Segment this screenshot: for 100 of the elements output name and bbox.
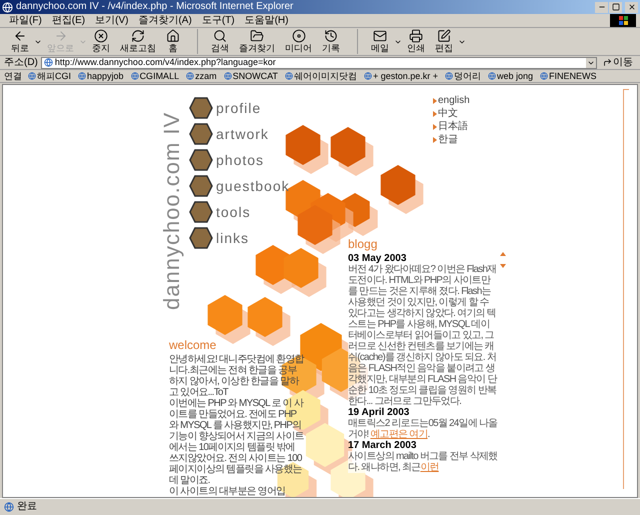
toolbar-button[interactable]: 메일 <box>366 29 394 54</box>
search-icon <box>213 29 227 43</box>
link-bookmark[interactable]: zzam <box>186 72 217 80</box>
hexagon <box>330 127 374 176</box>
address-field[interactable]: http://www.dannychoo.com/v4/index.php?language=kor <box>40 56 597 68</box>
photo-placeholder <box>189 201 213 223</box>
page-icon <box>284 72 293 80</box>
page-icon <box>130 72 139 80</box>
address-label: 주소(D) <box>4 58 38 68</box>
toolbar-button[interactable]: 즐겨찾기 <box>234 29 280 54</box>
nav-link[interactable]: photos <box>216 153 264 167</box>
blog-entry-text: 사이트상의 mailto 버그를 전부 삭제했다. 왜냐하면, 최근이런 <box>348 451 498 473</box>
toolbar-button[interactable]: 뒤로 <box>6 29 34 54</box>
hexagon <box>284 248 326 297</box>
scroll-down-icon[interactable] <box>500 264 506 268</box>
nav-link[interactable]: tools <box>216 205 251 219</box>
hexagon <box>286 125 328 174</box>
toolbar-button[interactable]: 중지 <box>87 29 115 54</box>
menu-item[interactable]: 즐겨찾기(A) <box>133 16 197 26</box>
browser-icon <box>2 2 13 12</box>
disc-icon <box>292 29 306 43</box>
language-link[interactable]: 한글 <box>438 134 458 146</box>
toolbar-button[interactable]: 인쇄 <box>402 29 430 54</box>
nav-link[interactable]: artwork <box>216 127 269 141</box>
hexagon <box>380 165 424 214</box>
mail-icon <box>373 29 387 43</box>
page-icon <box>28 72 36 80</box>
windows-logo <box>610 14 636 27</box>
link-bookmark[interactable]: FINENEWS <box>540 72 597 80</box>
photo-placeholder <box>189 97 213 119</box>
page-icon <box>364 72 372 80</box>
page-icon <box>488 72 496 80</box>
link-bookmark[interactable]: CGIMALL <box>130 72 180 80</box>
maximize-icon <box>612 3 620 11</box>
page-icon <box>224 72 232 80</box>
page-icon <box>444 72 453 80</box>
blog-date: 19 April 2003 <box>348 407 410 418</box>
status-text: 완료 <box>17 502 37 512</box>
toolbar-button[interactable]: 기록 <box>317 29 345 54</box>
welcome-paragraph: 이번에는 PHP 와 MYSQL 로 이 사이트를 만들었어요. 전에도 PHP 와 MYSQL 를 사용했지만, PHP의 기능이 향상되어서 지금의 사이트에서는 10페이지의 템플릿 밖에 쓰지않았어요. 전의 사이트는 100페이지이상의 템플릿을 사용했는데 말이죠. <box>169 398 305 486</box>
language-link[interactable]: english <box>438 95 470 107</box>
folder-icon <box>250 29 264 43</box>
blog-entry-text: 버전 4가 왔다아떼요? 이번은 Flash재도전이다. HTML와 PHP의 사이트만를 만드는 것은 지루해 졌다. Flash는 사용했던 것이 있지만, 이렇게 할 수 있다고는 생각하지 않았다. 여기의 텍스트는 PHP를 사용해, MYSQL 데이터베이스로부터 읽어들이고 있고, 그러므로 신선한 컨텐츠를 보기에는 캐쉬(cache)를 갱신하지 않아도 되요. 처음은 FLASH적인 음악을 붙이려고 생각했지만, 대부분의 FLASH 음악이 단순한 10초 정도의 클립을 영원히 반복한다... 그러므로 그만두었다. <box>348 264 498 407</box>
minimize-button[interactable] <box>595 2 608 12</box>
bullet-icon <box>433 98 437 104</box>
toolbar-button[interactable]: 검색 <box>206 29 234 54</box>
page-icon <box>186 72 194 80</box>
link-bookmark[interactable]: 해피CGI <box>28 72 72 80</box>
nav-link[interactable]: links <box>216 231 250 245</box>
blog-date: 17 March 2003 <box>348 440 418 451</box>
section-heading: blogg <box>348 238 378 250</box>
link-bookmark[interactable]: web jong <box>488 72 534 80</box>
toolbar-button[interactable]: 새로고침 <box>115 29 161 54</box>
welcome-paragraph: 이 사이트의 대부분은 영어입 <box>169 486 286 497</box>
menu-item[interactable]: 도움말(H) <box>240 16 294 26</box>
blog-entry-text: 매트릭스2 리로드는05월 24일에 나올거야! 예고편은 여기. <box>348 418 498 440</box>
language-link[interactable]: 日本語 <box>438 121 468 133</box>
nav-link[interactable]: profile <box>216 101 262 115</box>
printer-icon <box>409 29 423 43</box>
toolbar-button[interactable]: 편집 <box>430 29 458 54</box>
link-bookmark[interactable]: + geston.pe.kr + <box>364 72 438 80</box>
page-icon <box>44 58 53 67</box>
toolbar-button[interactable]: 미디어 <box>280 29 317 54</box>
links-label: 연결 <box>4 72 22 80</box>
link-bookmark[interactable]: happyjob <box>78 72 124 80</box>
page-icon <box>540 72 548 80</box>
bullet-icon <box>433 111 437 117</box>
menu-item[interactable]: 보기(V) <box>90 16 134 26</box>
link-bookmark[interactable]: 쉐어이미지닷컴 <box>284 72 357 80</box>
menu-item[interactable]: 편집(E) <box>46 16 90 26</box>
photo-placeholder <box>189 149 213 171</box>
menu-item[interactable]: 파일(F) <box>4 16 47 26</box>
hexagon <box>248 297 290 346</box>
go-arrow-icon <box>603 58 612 67</box>
photo-placeholder <box>189 175 213 197</box>
close-icon <box>628 3 636 11</box>
window-title: dannychoo.com IV - /v4/index.php - Microsoft Internet Explorer <box>16 2 294 12</box>
menu-item[interactable]: 도구(T) <box>196 16 240 26</box>
link-bookmark[interactable]: 덩어리 <box>444 72 481 80</box>
language-link[interactable]: 中文 <box>438 108 458 120</box>
close-button[interactable] <box>625 2 638 12</box>
bullet-icon <box>433 137 437 143</box>
maximize-button[interactable] <box>609 2 622 12</box>
go-button[interactable]: 이동 <box>600 58 636 68</box>
page-icon <box>4 502 14 512</box>
photo-placeholder <box>189 123 213 145</box>
link-bookmark[interactable]: SNOWCAT <box>224 72 278 80</box>
scroll-up-icon[interactable] <box>500 252 506 256</box>
history-icon <box>324 29 338 43</box>
home-icon <box>166 29 180 43</box>
dropdown-button[interactable] <box>586 58 596 68</box>
hexagon <box>298 205 340 254</box>
stop-icon <box>94 29 108 43</box>
refresh-icon <box>131 29 145 43</box>
bullet-icon <box>433 124 437 130</box>
section-heading: welcome <box>169 339 218 351</box>
toolbar-button[interactable]: 홈 <box>161 29 185 54</box>
page-icon <box>78 72 86 80</box>
nav-link[interactable]: guestbook <box>216 179 290 193</box>
photo-placeholder <box>189 227 213 249</box>
